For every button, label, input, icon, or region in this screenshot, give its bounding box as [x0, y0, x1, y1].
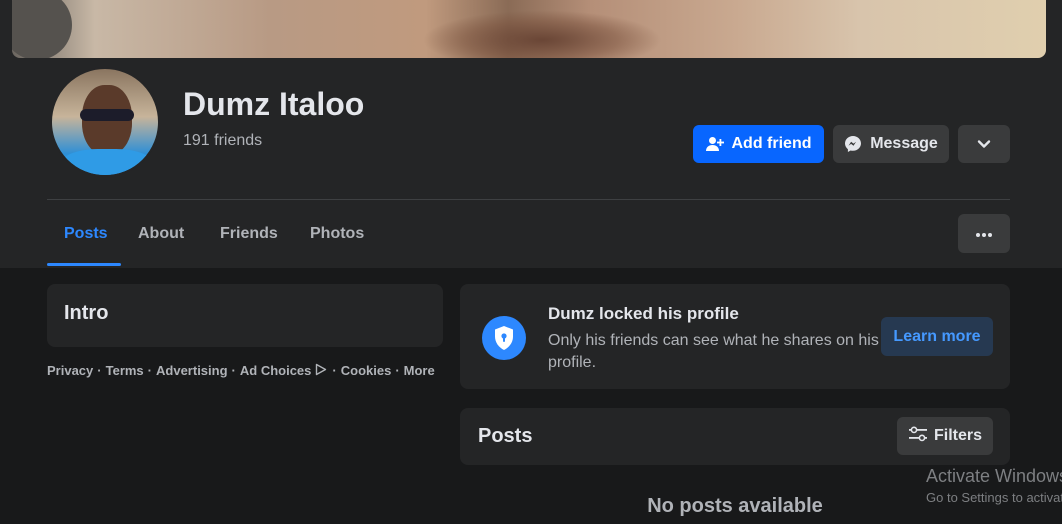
activation-watermark: Activate Windows Go to Settings to activ…	[926, 466, 1062, 505]
profile-avatar[interactable]	[50, 67, 160, 177]
watermark-title: Activate Windows	[926, 466, 1062, 486]
tab-posts[interactable]: Posts	[64, 214, 108, 254]
tab-friends[interactable]: Friends	[220, 214, 278, 254]
profile-options-button[interactable]	[958, 125, 1010, 163]
add-friend-label: Add friend	[731, 135, 812, 152]
footer-link-cookies[interactable]: Cookies	[341, 363, 392, 378]
intro-card: Intro	[47, 284, 443, 347]
footer-separator: ·	[332, 363, 337, 378]
filters-icon	[908, 426, 928, 447]
footer-link-privacy[interactable]: Privacy	[47, 363, 93, 378]
tab-about[interactable]: About	[138, 214, 184, 254]
footer-link-advertising[interactable]: Advertising	[156, 363, 228, 378]
active-tab-indicator	[47, 263, 121, 266]
header-divider	[47, 199, 1010, 200]
watermark-subtitle: Go to Settings to activate Windows.	[926, 490, 1062, 505]
footer-link-ad-choices[interactable]: Ad Choices	[240, 363, 312, 378]
chevron-down-icon	[977, 139, 991, 149]
filters-button[interactable]: Filters	[897, 417, 993, 455]
footer-links: Privacy · Terms · Advertising · Ad Choic…	[47, 362, 435, 379]
footer-separator: ·	[395, 363, 400, 378]
intro-title: Intro	[64, 302, 109, 324]
filters-label: Filters	[933, 427, 982, 444]
message-label: Message	[870, 135, 938, 152]
posts-title: Posts	[478, 425, 533, 447]
tab-photos[interactable]: Photos	[310, 214, 364, 254]
footer-separator: ·	[231, 363, 236, 378]
posts-header-card: Posts Filters	[460, 408, 1010, 465]
messenger-icon	[844, 135, 862, 153]
tabs-more-button[interactable]	[958, 214, 1010, 253]
locked-profile-description: Only his friends can see what he shares …	[548, 332, 879, 371]
add-friend-icon	[705, 136, 724, 152]
learn-more-button[interactable]: Learn more	[881, 317, 993, 356]
friends-count[interactable]: 191 friends	[183, 132, 262, 150]
shield-lock-icon	[482, 316, 526, 360]
footer-link-more[interactable]: More	[404, 363, 435, 378]
locked-profile-title: Dumz locked his profile	[548, 304, 739, 323]
cover-photo[interactable]	[12, 0, 1046, 58]
message-button[interactable]: Message	[833, 125, 949, 163]
more-dots-icon	[975, 225, 993, 243]
footer-separator: ·	[147, 363, 153, 378]
footer-separator: ·	[97, 363, 102, 378]
locked-profile-card: Dumz locked his profile Only his friends…	[460, 284, 1010, 389]
add-friend-button[interactable]: Add friend	[693, 125, 824, 163]
profile-name: Dumz Italoo	[183, 86, 365, 122]
footer-link-terms[interactable]: Terms	[106, 363, 144, 378]
ad-choices-icon	[314, 362, 328, 379]
